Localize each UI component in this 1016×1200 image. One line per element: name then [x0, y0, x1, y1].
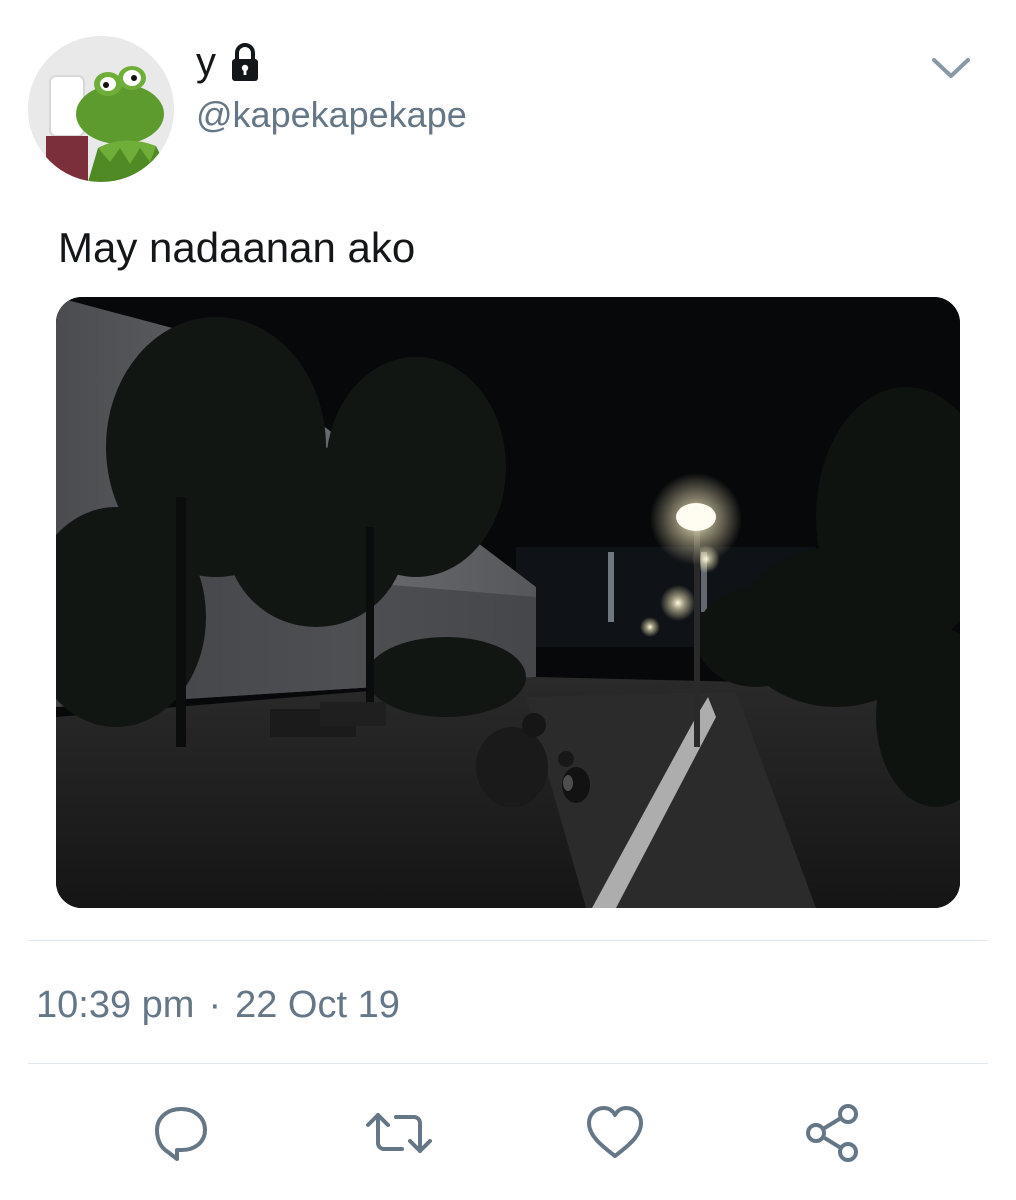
tweet-date: 22 Oct 19	[235, 984, 400, 1026]
reply-icon	[155, 1107, 207, 1161]
tweet-text: May nadaanan ako	[58, 224, 416, 271]
divider	[28, 940, 988, 941]
reply-button[interactable]	[146, 1098, 216, 1168]
retweet-button[interactable]	[364, 1098, 434, 1168]
tweet-photo[interactable]	[56, 297, 960, 908]
divider	[28, 1063, 988, 1064]
display-name[interactable]: y	[196, 42, 216, 82]
user-name-row[interactable]: y	[196, 38, 260, 86]
tweet-timestamp[interactable]: 10:39 pm · 22 Oct 19	[36, 984, 400, 1027]
lock-icon	[230, 42, 260, 82]
share-button[interactable]	[798, 1098, 868, 1168]
like-button[interactable]	[580, 1098, 650, 1168]
timestamp-separator: ·	[208, 984, 222, 1026]
avatar[interactable]	[28, 36, 174, 182]
tweet-time: 10:39 pm	[36, 984, 195, 1026]
heart-icon	[587, 1106, 643, 1158]
night-park-photo	[56, 297, 960, 908]
user-handle[interactable]: @kapekapekape	[196, 94, 467, 136]
retweet-icon	[366, 1113, 432, 1153]
share-icon	[806, 1104, 858, 1162]
avatar-image	[28, 36, 174, 182]
chevron-down-icon[interactable]	[928, 52, 974, 82]
